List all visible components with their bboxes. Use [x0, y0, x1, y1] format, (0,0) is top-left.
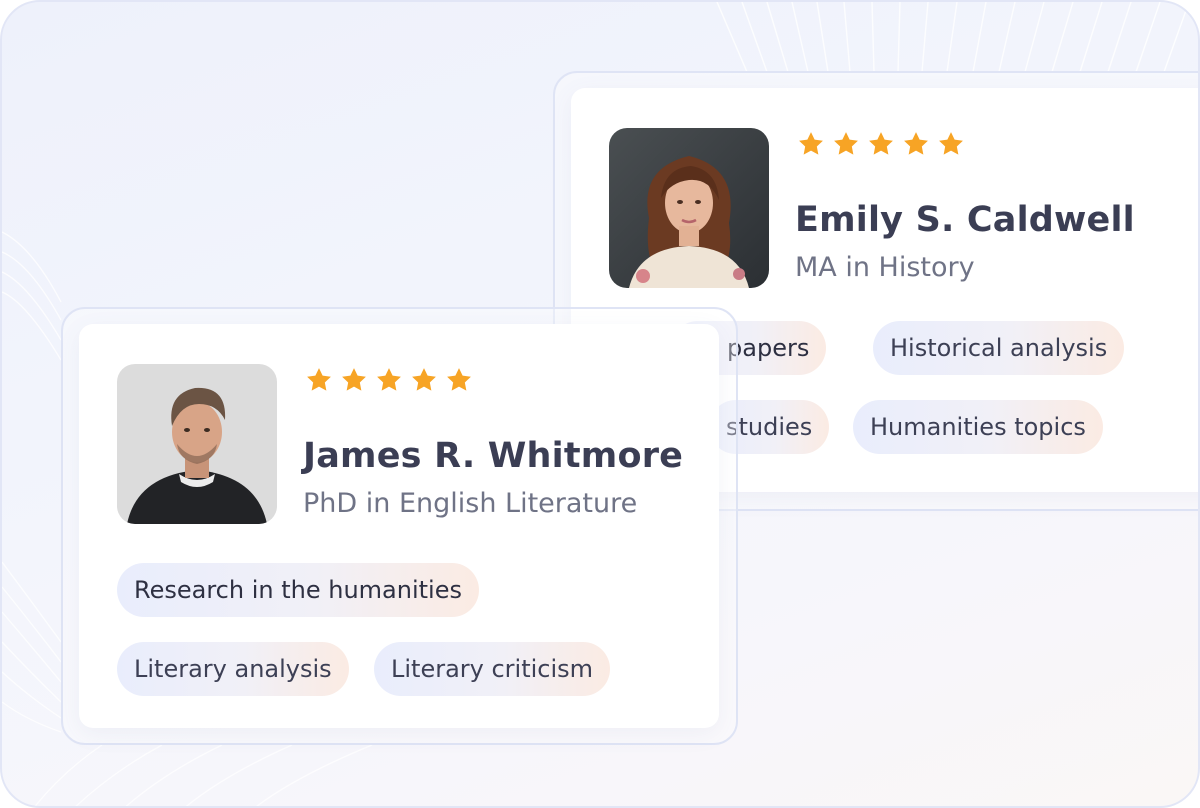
- star-icon: [307, 368, 331, 391]
- star-icon: [412, 368, 436, 391]
- woman-portrait-icon: [609, 128, 769, 288]
- background-panel: Emily S. Caldwell MA in History ch paper…: [0, 0, 1200, 808]
- subject-tag[interactable]: Humanities topics: [853, 400, 1103, 454]
- star-icon: [799, 132, 823, 155]
- subject-tag[interactable]: Literary analysis: [117, 642, 349, 696]
- star-rating: [305, 366, 473, 394]
- tutor-name: Emily S. Caldwell: [795, 200, 1135, 240]
- man-portrait-icon: [117, 364, 277, 524]
- star-icon: [377, 368, 401, 391]
- tutor-card-james[interactable]: James R. Whitmore PhD in English Literat…: [79, 324, 719, 728]
- tutor-degree: MA in History: [795, 252, 975, 283]
- star-icon: [939, 132, 963, 155]
- star-icon: [447, 368, 471, 391]
- star-rating: [797, 130, 965, 158]
- subject-tag[interactable]: Research in the humanities: [117, 563, 479, 617]
- subject-tag[interactable]: Historical analysis: [873, 321, 1125, 375]
- avatar: [609, 128, 769, 288]
- avatar: [117, 364, 277, 524]
- tutor-name: James R. Whitmore: [303, 436, 684, 476]
- subject-tag[interactable]: Literary criticism: [374, 642, 611, 696]
- star-icon: [342, 368, 366, 391]
- star-icon: [834, 132, 858, 155]
- star-icon: [904, 132, 928, 155]
- star-icon: [869, 132, 893, 155]
- tutor-degree: PhD in English Literature: [303, 488, 638, 519]
